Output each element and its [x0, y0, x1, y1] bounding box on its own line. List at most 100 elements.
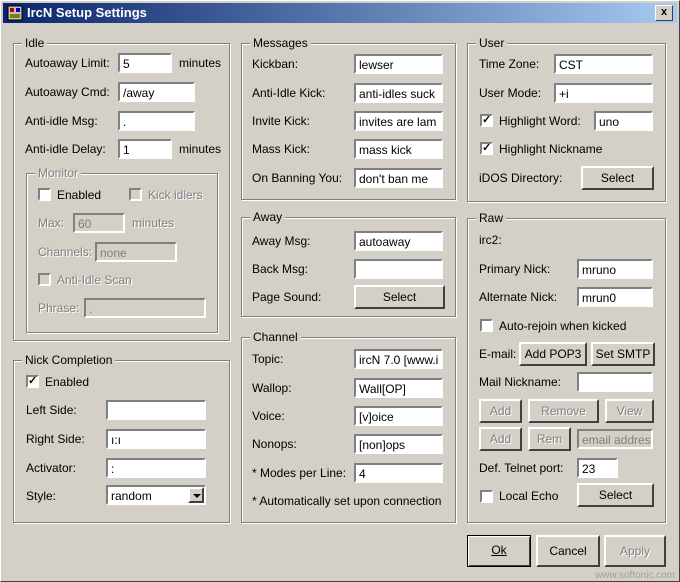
away-msg-label: Away Msg: — [252, 234, 311, 248]
modes-per-line-input[interactable]: 4 — [354, 463, 443, 483]
autoaway-limit-unit: minutes — [179, 56, 222, 70]
user-legend: User — [476, 36, 508, 50]
raw-network-label: irc2: — [479, 233, 502, 247]
topic-label: Topic: — [252, 352, 284, 366]
highlight-word-checkbox[interactable]: ✓ — [480, 114, 493, 127]
idos-directory-label: iDOS Directory: — [479, 171, 563, 185]
primary-nick-label: Primary Nick: — [479, 262, 551, 276]
modes-per-line-label: * Modes per Line: — [252, 466, 347, 480]
ircn-app-icon — [7, 5, 23, 21]
antiidle-kick-label: Anti-Idle Kick: — [252, 86, 326, 100]
messages-legend: Messages — [250, 36, 311, 50]
highlight-nick-label: Highlight Nickname — [499, 142, 603, 156]
highlight-word-label: Highlight Word: — [499, 114, 581, 128]
monitor-enabled-checkbox[interactable] — [38, 188, 51, 201]
back-msg-input[interactable] — [354, 259, 443, 279]
autoaway-limit-input[interactable]: 5 — [118, 53, 172, 73]
timezone-input[interactable]: CST — [554, 54, 653, 74]
email-add-button[interactable]: Add — [479, 427, 522, 451]
email-label: E-mail: — [479, 347, 517, 361]
phrase-input[interactable]: . — [84, 298, 206, 318]
mail-nickname-label: Mail Nickname: — [479, 375, 562, 389]
mail-nickname-input[interactable] — [577, 372, 653, 392]
autorejoin-checkbox[interactable] — [480, 319, 493, 332]
mass-kick-label: Mass Kick: — [252, 142, 311, 156]
highlight-word-input[interactable]: uno — [594, 111, 653, 131]
antiidle-kick-input[interactable]: anti-idles suck — [354, 83, 443, 103]
channels-label: Channels: — [38, 245, 93, 259]
antiidle-msg-input[interactable]: . — [118, 111, 195, 131]
kick-idlers-checkbox[interactable] — [129, 188, 142, 201]
voice-label: Voice: — [252, 409, 285, 423]
autoaway-cmd-label: Autoaway Cmd: — [25, 85, 110, 99]
alternate-nick-input[interactable]: mrun0 — [577, 287, 653, 307]
mass-kick-input[interactable]: mass kick — [354, 139, 443, 159]
channels-input[interactable]: none — [95, 242, 177, 262]
ok-button-label: Ok — [491, 543, 507, 557]
topic-input[interactable]: ircN 7.0 [www.i — [354, 349, 443, 369]
wallop-label: Wallop: — [252, 381, 292, 395]
apply-button-label: Apply — [619, 544, 651, 558]
telnet-port-input[interactable]: 23 — [577, 458, 618, 478]
back-msg-label: Back Msg: — [252, 262, 309, 276]
local-echo-label: Local Echo — [499, 489, 559, 503]
set-smtp-button[interactable]: Set SMTP — [591, 342, 655, 366]
nonops-input[interactable]: [non]ops — [354, 434, 443, 454]
chevron-down-icon[interactable] — [188, 487, 204, 503]
banning-input[interactable]: don't ban me — [354, 168, 443, 188]
idle-legend: Idle — [22, 36, 48, 50]
timezone-label: Time Zone: — [479, 57, 540, 71]
usermode-label: User Mode: — [479, 86, 542, 100]
channel-legend: Channel — [250, 330, 301, 344]
autoaway-cmd-input[interactable]: /away — [118, 82, 195, 102]
highlight-nick-checkbox[interactable]: ✓ — [480, 142, 493, 155]
local-echo-checkbox[interactable] — [480, 490, 493, 503]
max-input[interactable]: 60 — [73, 213, 125, 233]
mail-add-button[interactable]: Add — [479, 399, 522, 423]
style-select[interactable]: random — [106, 485, 206, 505]
away-legend: Away — [250, 210, 286, 224]
nick-enabled-checkbox[interactable]: ✓ — [26, 375, 39, 388]
page-sound-select-button[interactable]: Select — [354, 285, 445, 309]
right-side-input[interactable]: ı:ı — [106, 429, 206, 449]
primary-nick-input[interactable]: mruno — [577, 259, 653, 279]
mail-remove-button[interactable]: Remove — [528, 399, 599, 423]
channel-note: * Automatically set upon connection — [252, 494, 442, 508]
voice-input[interactable]: [v]oice — [354, 406, 443, 426]
wallop-input[interactable]: Wall[OP] — [354, 378, 443, 398]
invite-kick-input[interactable]: invites are lam — [354, 111, 443, 131]
max-label: Max: — [38, 216, 65, 230]
kick-idlers-label: Kick idlers — [148, 188, 203, 202]
cancel-button-label: Cancel — [549, 544, 587, 558]
kickban-input[interactable]: lewser — [354, 54, 443, 74]
autoaway-limit-label: Autoaway Limit: — [25, 56, 110, 70]
add-pop3-button[interactable]: Add POP3 — [519, 342, 587, 366]
antiidle-delay-input[interactable]: 1 — [118, 139, 172, 159]
telnet-port-label: Def. Telnet port: — [479, 461, 564, 475]
apply-button[interactable]: Apply — [604, 535, 666, 567]
style-label: Style: — [26, 489, 57, 503]
left-side-label: Left Side: — [26, 403, 77, 417]
mail-view-button[interactable]: View — [605, 399, 654, 423]
setup-window: IrcN Setup Settings x Idle Autoaway Limi… — [0, 0, 680, 582]
right-side-label: Right Side: — [26, 432, 85, 446]
title-bar: IrcN Setup Settings x — [3, 3, 677, 23]
email-address-input[interactable]: email addres — [577, 429, 653, 449]
activator-input[interactable]: : — [106, 458, 206, 478]
email-rem-button[interactable]: Rem — [528, 427, 571, 451]
autorejoin-label: Auto-rejoin when kicked — [499, 319, 627, 333]
idos-select-button[interactable]: Select — [581, 166, 654, 190]
usermode-input[interactable]: +i — [554, 83, 653, 103]
close-icon: x — [660, 6, 668, 18]
raw-select-button[interactable]: Select — [577, 483, 654, 507]
watermark: www.softonic.com — [594, 570, 675, 581]
close-button[interactable]: x — [655, 5, 673, 21]
cancel-button[interactable]: Cancel — [536, 535, 600, 567]
alternate-nick-label: Alternate Nick: — [479, 290, 558, 304]
antiidle-scan-checkbox[interactable] — [38, 273, 51, 286]
left-side-input[interactable] — [106, 400, 206, 420]
ok-button[interactable]: Ok — [467, 535, 531, 567]
antiidle-msg-label: Anti-idle Msg: — [25, 114, 98, 128]
away-msg-input[interactable]: autoaway — [354, 231, 443, 251]
nick-enabled-label: Enabled — [45, 375, 90, 389]
